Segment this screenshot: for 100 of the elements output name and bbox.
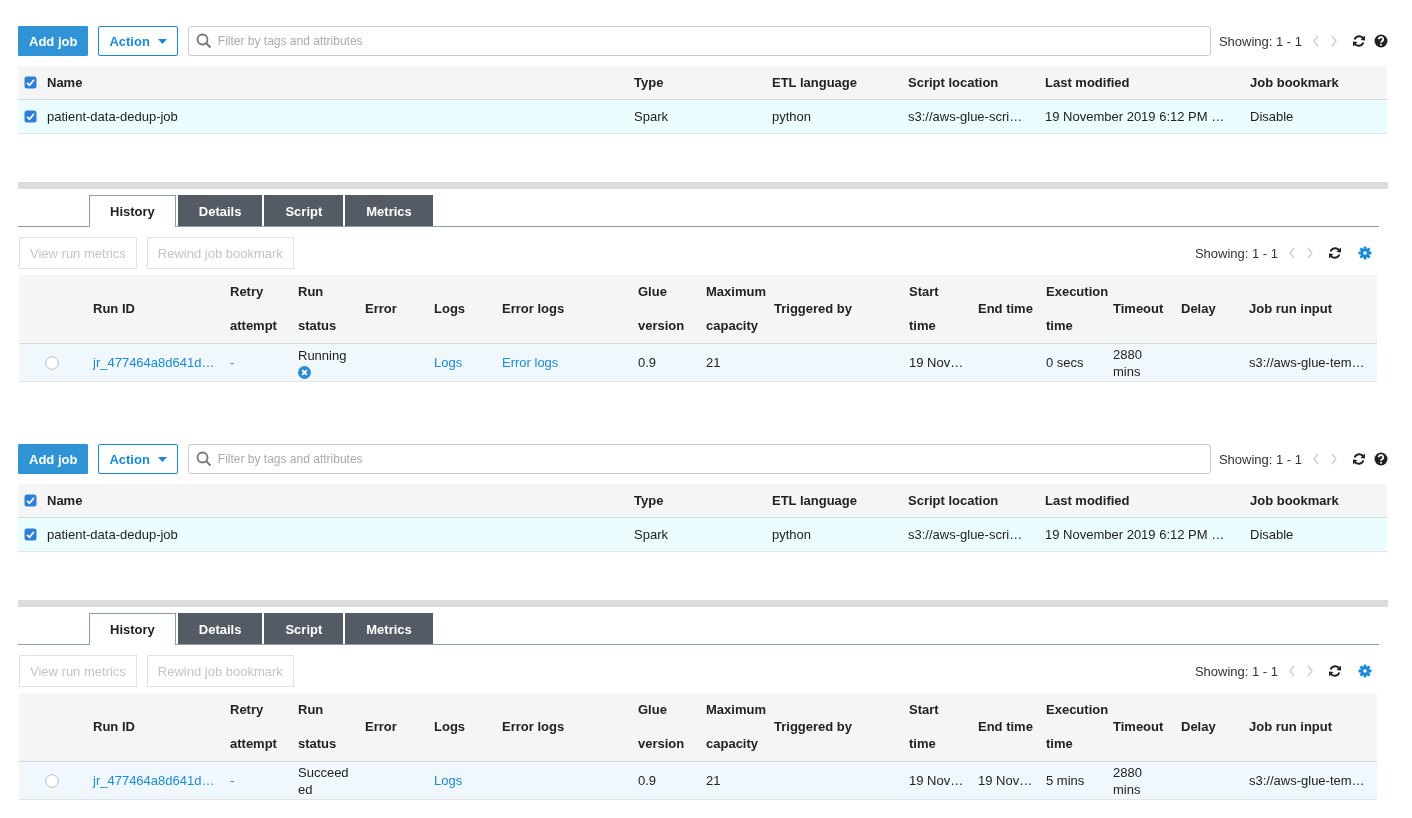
link[interactable]: Logs [434, 355, 463, 370]
column-header: Start time [909, 701, 939, 753]
column-header: Delay [1181, 718, 1216, 736]
column-header: Run status [298, 283, 337, 335]
pagination-text: Showing: 1 - 1 [1194, 245, 1278, 261]
table-cell: s3://aws-glue-scri… [908, 109, 1023, 124]
column-header: Name [47, 493, 83, 508]
column-header: Type [634, 493, 664, 508]
table-cell: 21 [706, 773, 721, 788]
refresh-icon[interactable] [1328, 246, 1342, 260]
table-cell: 19 November 2019 6:12 PM … [1045, 527, 1225, 542]
pagination-text: Showing: 1 - 1 [1218, 451, 1302, 467]
pagination-text: Showing: 1 - 1 [1218, 33, 1302, 49]
search-field[interactable]: Filter by tags and attributes [187, 26, 1211, 56]
column-header: Job run input [1249, 300, 1333, 318]
column-header: Type [634, 75, 664, 90]
add-job-button[interactable]: Add job [18, 444, 89, 474]
column-header: Last modified [1045, 493, 1130, 508]
column-header: Logs [434, 718, 466, 736]
column-header: End time [978, 718, 1033, 736]
column-header: Script location [908, 493, 999, 508]
column-header: Error [365, 718, 397, 736]
column-header: Triggered by [774, 300, 853, 318]
pagination-text: Showing: 1 - 1 [1194, 663, 1278, 679]
settings-icon[interactable] [1358, 664, 1372, 678]
table-cell: 5 mins [1046, 773, 1085, 788]
search-field[interactable]: Filter by tags and attributes [187, 444, 1211, 474]
settings-icon[interactable] [1358, 246, 1372, 260]
tab[interactable]: Details [177, 195, 263, 226]
column-header: Last modified [1045, 75, 1130, 90]
column-header: Start time [909, 283, 939, 335]
table-cell: 21 [706, 355, 721, 370]
column-header: Name [47, 75, 83, 90]
table-cell-text: 2880 mins [1113, 763, 1143, 798]
link[interactable]: Error logs [502, 355, 559, 370]
help-icon[interactable] [1374, 452, 1388, 466]
retry-link[interactable]: - [230, 773, 235, 788]
checkbox[interactable] [24, 110, 37, 123]
column-header: Run ID [93, 718, 135, 736]
tab[interactable]: Metrics [345, 613, 433, 644]
column-header: Retry attempt [230, 283, 277, 335]
table-cell: Spark [634, 109, 668, 124]
tab[interactable]: Script [264, 195, 344, 226]
checkbox[interactable] [24, 494, 37, 507]
column-header: Error logs [502, 300, 565, 318]
checkbox[interactable] [24, 76, 37, 89]
table-cell: 19 November 2019 6:12 PM … [1045, 109, 1225, 124]
refresh-icon[interactable] [1352, 34, 1366, 48]
column-header: ETL language [772, 493, 857, 508]
tab[interactable]: History [89, 613, 176, 645]
column-header: Retry attempt [230, 701, 277, 753]
column-header: Script location [908, 75, 999, 90]
column-header: Execution time [1046, 283, 1109, 335]
column-header: ETL language [772, 75, 857, 90]
add-job-button[interactable]: Add job [18, 26, 89, 56]
refresh-icon[interactable] [1328, 664, 1342, 678]
radio-button[interactable] [45, 773, 59, 788]
table-cell: s3://aws-glue-scri… [908, 527, 1023, 542]
table-cell: s3://aws-glue-tem… [1249, 355, 1365, 370]
column-header: Glue version [638, 701, 685, 753]
retry-link[interactable]: - [230, 355, 235, 370]
table-cell: Disable [1250, 109, 1294, 124]
table-cell: s3://aws-glue-tem… [1249, 773, 1365, 788]
radio-button[interactable] [45, 355, 59, 370]
column-header: Maximum capacity [706, 701, 766, 753]
column-header: Logs [434, 300, 466, 318]
table-cell: 0.9 [638, 355, 657, 370]
column-header: Job run input [1249, 718, 1333, 736]
tab[interactable]: History [89, 195, 176, 227]
action-button[interactable]: Action [98, 444, 178, 474]
action-button[interactable]: Action [98, 26, 178, 56]
table-cell: 19 Nov… [909, 773, 964, 788]
column-header: End time [978, 300, 1033, 318]
column-header: Execution time [1046, 701, 1109, 753]
checkbox[interactable] [24, 528, 37, 541]
column-header: Job bookmark [1250, 75, 1339, 90]
column-header: Run status [298, 701, 337, 753]
table-cell-text: 2880 mins [1113, 345, 1143, 380]
column-header: Glue version [638, 283, 685, 335]
circle-x-icon[interactable] [298, 365, 311, 379]
tab[interactable]: Details [177, 613, 263, 644]
refresh-icon[interactable] [1352, 452, 1366, 466]
column-header: Error [365, 300, 397, 318]
table-cell: 19 Nov… [978, 773, 1033, 788]
column-header: Maximum capacity [706, 283, 766, 335]
column-header: Triggered by [774, 718, 853, 736]
help-icon[interactable] [1374, 34, 1388, 48]
table-cell-text: Succeeded [298, 763, 350, 798]
table-cell: Spark [634, 527, 668, 542]
caret-icon [157, 38, 167, 44]
table-cell-text: Running [298, 346, 348, 364]
column-header: Timeout [1113, 300, 1164, 318]
tab[interactable]: Metrics [345, 195, 433, 226]
link[interactable]: Logs [434, 773, 463, 788]
column-header: Delay [1181, 300, 1216, 318]
table-cell: 19 Nov… [909, 355, 964, 370]
table-cell: 0.9 [638, 773, 657, 788]
table-cell: patient-data-dedup-job [47, 527, 178, 542]
table-cell: Disable [1250, 527, 1294, 542]
tab[interactable]: Script [264, 613, 344, 644]
